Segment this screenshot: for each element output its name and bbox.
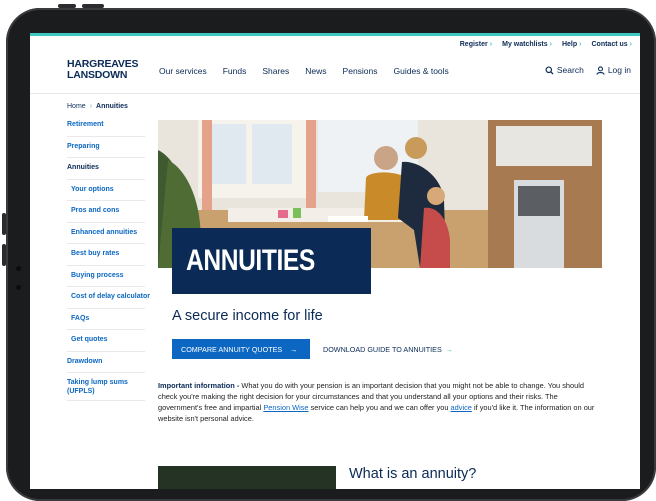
section-image [158, 466, 336, 489]
arrow-right-icon: → [445, 344, 453, 354]
arrow-right-icon: → [290, 344, 298, 354]
download-guide-link[interactable]: DOWNLOAD GUIDE TO ANNUITIES → [323, 339, 453, 359]
breadcrumb-current: Annuities [96, 103, 128, 110]
sidebar-item-pros-and-cons[interactable]: Pros and cons [67, 201, 145, 223]
chevron-right-icon: › [89, 103, 93, 110]
nav-pensions[interactable]: Pensions [343, 66, 378, 76]
sidebar-nav: Retirement Preparing Annuities Your opti… [67, 115, 150, 401]
sidebar-item-preparing[interactable]: Preparing [67, 137, 145, 158]
login-label: Log in [607, 65, 631, 75]
nav-guides-tools[interactable]: Guides & tools [394, 66, 449, 76]
top-button-right [82, 4, 104, 8]
compare-quotes-button[interactable]: COMPARE ANNUITY QUOTES → [172, 339, 310, 359]
utility-contact-link[interactable]: Contact us › [591, 41, 632, 48]
logo-line-2: LANSDOWN [67, 69, 128, 81]
sidebar-item-get-quotes[interactable]: Get quotes [67, 330, 145, 352]
chevron-right-icon: › [489, 41, 493, 48]
compare-quotes-label: COMPARE ANNUITY QUOTES [181, 344, 283, 354]
pension-wise-link[interactable]: Pension Wise [263, 403, 308, 412]
chevron-right-icon: › [629, 41, 632, 48]
sidebar-item-best-buy-rates[interactable]: Best buy rates [67, 244, 145, 266]
nav-news[interactable]: News [305, 66, 326, 76]
utility-nav: Register › My watchlists › Help › Contact u… [460, 41, 632, 48]
search-icon [545, 65, 554, 75]
volume-up-button [2, 213, 6, 235]
sidebar-item-drawdown[interactable]: Drawdown [67, 352, 145, 373]
utility-watchlists-link[interactable]: My watchlists › [502, 41, 552, 48]
nav-our-services[interactable]: Our services [159, 66, 207, 76]
main-nav: Our services Funds Shares News Pensions … [159, 66, 449, 76]
sidebar-item-faqs[interactable]: FAQs [67, 309, 145, 330]
page-title: ANNUITIES [186, 244, 315, 277]
search-button[interactable]: Search [545, 65, 584, 75]
hero-tagline: A secure income for life [172, 308, 323, 324]
breadcrumb-home[interactable]: Home [67, 103, 86, 110]
top-button-left [58, 4, 76, 8]
site-logo[interactable]: HARGREAVES LANSDOWN [67, 59, 139, 81]
utility-register-link[interactable]: Register › [460, 41, 492, 48]
sidebar-item-your-options[interactable]: Your options [67, 180, 145, 201]
sidebar-item-enhanced-annuities[interactable]: Enhanced annuities [67, 223, 145, 244]
sidebar-item-buying-process[interactable]: Buying process [67, 266, 145, 287]
camera-dot [16, 266, 21, 271]
download-guide-label: DOWNLOAD GUIDE TO ANNUITIES [323, 344, 442, 354]
important-information: Important information - What you do with… [158, 380, 598, 424]
info-text-2: service can help you and we can offer yo… [308, 403, 451, 412]
section-heading: What is an annuity? [349, 466, 477, 482]
info-bold-label: Important information - [158, 381, 240, 390]
header-actions: Search Log in [545, 65, 631, 75]
login-button[interactable]: Log in [596, 65, 631, 75]
sidebar-item-retirement[interactable]: Retirement [67, 115, 145, 137]
sensor-dot [16, 285, 21, 290]
nav-funds[interactable]: Funds [223, 66, 247, 76]
browser-screen: Register › My watchlists › Help › Contact u… [30, 33, 640, 489]
sidebar-item-annuities[interactable]: Annuities [67, 158, 145, 180]
chevron-right-icon: › [549, 41, 552, 48]
user-icon [596, 65, 605, 75]
utility-help-link[interactable]: Help › [562, 41, 582, 48]
header-accent-line [30, 33, 640, 36]
nav-shares[interactable]: Shares [262, 66, 289, 76]
breadcrumb: Home › Annuities [67, 103, 128, 110]
sidebar-item-lump-sums[interactable]: Taking lump sums (UFPLS) [67, 373, 145, 401]
search-label: Search [556, 65, 584, 75]
header-divider [30, 93, 640, 94]
chevron-right-icon: › [579, 41, 582, 48]
volume-down-button [2, 244, 6, 266]
hero-title-box: ANNUITIES [172, 228, 371, 294]
sidebar-item-cost-of-delay[interactable]: Cost of delay calculator [67, 287, 150, 309]
advice-link[interactable]: advice [451, 403, 472, 412]
